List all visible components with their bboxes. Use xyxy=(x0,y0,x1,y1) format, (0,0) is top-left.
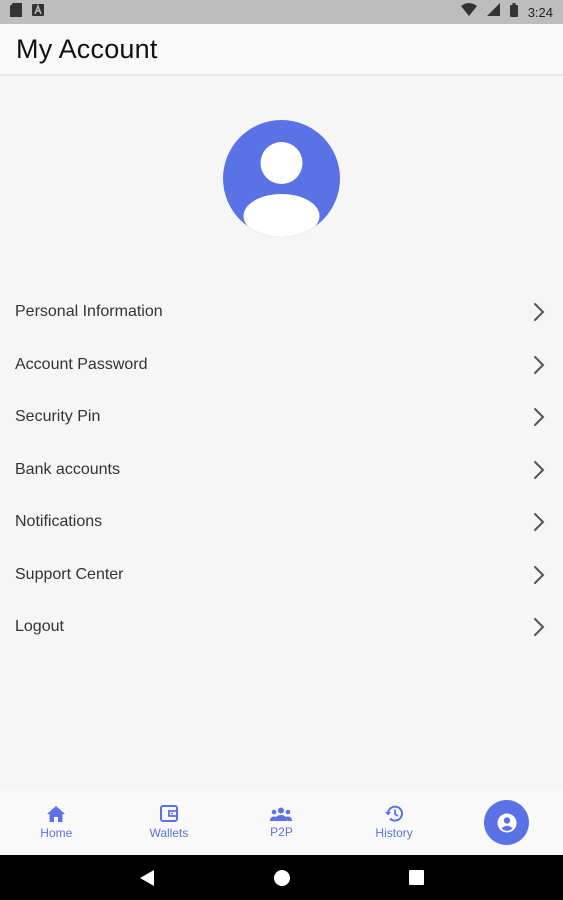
chevron-right-icon xyxy=(534,303,545,322)
menu-item-label: Bank accounts xyxy=(15,460,120,478)
chevron-right-icon xyxy=(534,513,545,532)
nav-item-home[interactable]: Home xyxy=(0,790,113,855)
menu-item-account-password[interactable]: Account Password xyxy=(0,339,563,392)
battery-icon xyxy=(509,2,518,22)
chevron-right-icon xyxy=(534,408,545,427)
people-icon xyxy=(270,807,293,821)
chevron-right-icon xyxy=(534,618,545,637)
menu-item-logout[interactable]: Logout xyxy=(0,601,563,654)
wifi-icon xyxy=(460,3,477,21)
cell-signal-icon xyxy=(486,3,500,21)
nav-item-p2p[interactable]: P2P xyxy=(225,790,338,855)
nav-label: Home xyxy=(40,825,73,840)
nav-label: History xyxy=(375,826,413,840)
app-bar: My Account xyxy=(0,24,563,76)
menu-item-support-center[interactable]: Support Center xyxy=(0,549,563,602)
menu-item-security-pin[interactable]: Security Pin xyxy=(0,391,563,444)
nav-item-wallets[interactable]: Wallets xyxy=(113,790,226,855)
nav-label: P2P xyxy=(270,824,293,839)
nav-item-history[interactable]: History xyxy=(338,790,451,855)
page-title: My Account xyxy=(16,33,158,64)
back-icon[interactable] xyxy=(139,869,155,887)
sd-card-icon xyxy=(10,2,22,22)
menu-item-notifications[interactable]: Notifications xyxy=(0,496,563,549)
account-menu: Personal Information Account Password Se… xyxy=(0,286,563,654)
menu-item-label: Personal Information xyxy=(15,303,163,321)
avatar[interactable] xyxy=(223,120,340,237)
recents-icon[interactable] xyxy=(408,870,424,885)
nav-item-account[interactable] xyxy=(450,790,563,855)
menu-item-personal-information[interactable]: Personal Information xyxy=(0,286,563,339)
a-notification-icon xyxy=(32,3,44,21)
bottom-nav: Home Wallets P2P History xyxy=(0,790,563,855)
nav-label: Wallets xyxy=(149,826,189,840)
chevron-right-icon xyxy=(534,355,545,374)
home-circle-icon[interactable] xyxy=(273,869,290,886)
wallet-icon xyxy=(159,805,178,822)
status-bar: 3:24 xyxy=(0,0,563,24)
account-circle-icon xyxy=(497,813,517,832)
status-time: 3:24 xyxy=(527,4,553,20)
history-icon xyxy=(384,805,403,822)
menu-item-label: Notifications xyxy=(15,513,103,531)
menu-item-label: Security Pin xyxy=(15,408,101,426)
chevron-right-icon xyxy=(534,565,545,584)
menu-item-label: Account Password xyxy=(15,355,148,373)
active-tab-indicator xyxy=(484,800,530,845)
chevron-right-icon xyxy=(534,460,545,479)
system-nav-bar xyxy=(0,855,563,900)
menu-item-label: Logout xyxy=(15,618,64,636)
menu-item-label: Support Center xyxy=(15,565,124,583)
home-icon xyxy=(47,805,66,822)
menu-item-bank-accounts[interactable]: Bank accounts xyxy=(0,444,563,497)
user-avatar-icon xyxy=(223,120,340,237)
